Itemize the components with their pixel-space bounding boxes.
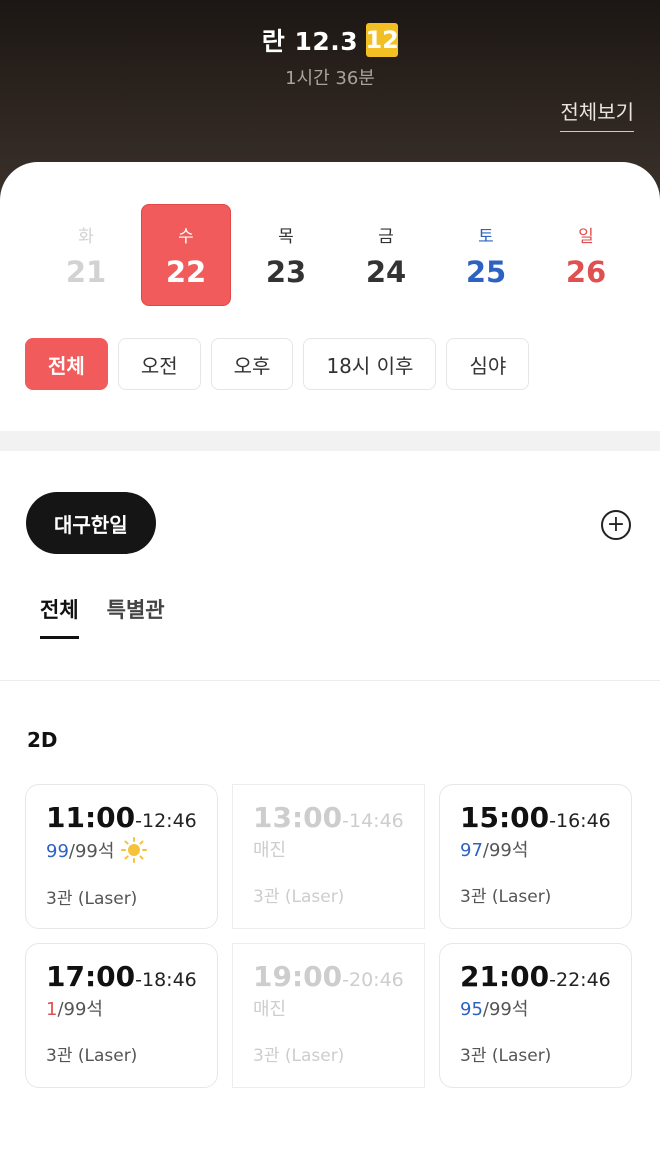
showtime-card-soldout: 19:00-20:46 매진 3관 (Laser) xyxy=(232,943,425,1088)
date-day: 23 xyxy=(265,254,307,289)
showtime-end: -14:46 xyxy=(342,810,404,832)
tab-all[interactable]: 전체 xyxy=(40,594,79,639)
showtime-start: 21:00 xyxy=(460,960,550,993)
filter-after-18[interactable]: 18시 이후 xyxy=(303,338,437,390)
date-item[interactable]: 목 23 xyxy=(241,204,331,306)
showtime-card[interactable]: 17:00-18:46 1/99석 3관 (Laser) xyxy=(25,943,218,1088)
date-weekday: 화 xyxy=(78,226,94,247)
date-item[interactable]: 일 26 xyxy=(541,204,631,306)
title-row: 란 12.3 12 xyxy=(0,22,660,58)
hall-label: 3관 (Laser) xyxy=(253,1046,345,1066)
runtime: 1시간 36분 xyxy=(285,68,375,89)
date-day: 22 xyxy=(165,254,207,289)
date-day: 26 xyxy=(565,254,607,289)
hall-label: 3관 (Laser) xyxy=(46,1046,138,1066)
showtime-card[interactable]: 11:00-12:46 99/99석 3관 (Laser) xyxy=(25,784,218,929)
seat-count: 1/99석 xyxy=(46,995,217,1021)
date-day: 24 xyxy=(365,254,407,289)
soldout-label: 매진 xyxy=(253,840,287,861)
filter-afternoon[interactable]: 오후 xyxy=(210,338,294,390)
date-weekday: 토 xyxy=(478,226,494,247)
seat-count: 99/99석 xyxy=(46,836,217,864)
date-weekday: 목 xyxy=(278,226,294,247)
section-divider xyxy=(0,431,660,451)
soldout-label: 매진 xyxy=(253,999,287,1020)
schedule-sheet: 화 21 수 22 목 23 금 24 토 25 일 26 전체 오전 오후 1… xyxy=(0,162,660,1151)
hall-label: 3관 (Laser) xyxy=(253,887,345,907)
hall-label: 3관 (Laser) xyxy=(46,889,138,909)
date-item[interactable]: 화 21 xyxy=(41,204,131,306)
showtime-grid: 11:00-12:46 99/99석 3관 (Laser) 13:00-14:4… xyxy=(25,784,632,1088)
seat-count: 95/99석 xyxy=(460,995,631,1021)
hall-label: 3관 (Laser) xyxy=(460,887,552,907)
showtime-start: 15:00 xyxy=(460,801,550,834)
view-all-link[interactable]: 전체보기 xyxy=(560,96,634,132)
seat-count: 97/99석 xyxy=(460,836,631,862)
filter-morning[interactable]: 오전 xyxy=(117,338,201,390)
seats-total: /99석 xyxy=(68,841,115,862)
showtime-end: -18:46 xyxy=(135,969,197,991)
showtime-end: -12:46 xyxy=(135,810,197,832)
seats-available: 97 xyxy=(460,840,483,861)
theater-button[interactable]: 대구한일 xyxy=(26,492,156,554)
showtime-start: 13:00 xyxy=(253,801,343,834)
seats-available: 95 xyxy=(460,999,483,1020)
date-day: 21 xyxy=(65,254,107,289)
seats-total: /99석 xyxy=(482,999,529,1020)
showtime-end: -16:46 xyxy=(549,810,611,832)
showtime-card-soldout: 13:00-14:46 매진 3관 (Laser) xyxy=(232,784,425,929)
date-item-selected[interactable]: 수 22 xyxy=(141,204,231,306)
date-item[interactable]: 금 24 xyxy=(341,204,431,306)
showtime-start: 17:00 xyxy=(46,960,136,993)
showtime-start: 19:00 xyxy=(253,960,343,993)
date-weekday: 금 xyxy=(378,226,394,247)
hall-tabs: 전체 특별관 xyxy=(40,594,165,639)
showtime-start: 11:00 xyxy=(46,801,136,834)
movie-title: 란 12.3 xyxy=(261,27,359,56)
tabs-divider xyxy=(0,680,660,681)
hall-label: 3관 (Laser) xyxy=(460,1046,552,1066)
seats-total: /99석 xyxy=(482,840,529,861)
format-heading: 2D xyxy=(27,728,58,752)
showtime-end: -22:46 xyxy=(549,969,611,991)
showtime-card[interactable]: 21:00-22:46 95/99석 3관 (Laser) xyxy=(439,943,632,1088)
showtime-end: -20:46 xyxy=(342,969,404,991)
date-item[interactable]: 토 25 xyxy=(441,204,531,306)
age-rating-badge: 12 xyxy=(365,23,399,57)
showtime-card[interactable]: 15:00-16:46 97/99석 3관 (Laser) xyxy=(439,784,632,929)
date-weekday: 수 xyxy=(178,226,194,247)
filter-late-night[interactable]: 심야 xyxy=(446,338,530,390)
sun-icon xyxy=(121,837,148,863)
date-day: 25 xyxy=(465,254,507,289)
date-weekday: 일 xyxy=(578,226,594,247)
filter-all[interactable]: 전체 xyxy=(25,338,108,390)
seats-available: 1 xyxy=(46,999,58,1020)
date-selector: 화 21 수 22 목 23 금 24 토 25 일 26 xyxy=(41,204,631,306)
seats-total: /99석 xyxy=(57,999,103,1020)
time-filter-chips: 전체 오전 오후 18시 이후 심야 xyxy=(25,338,530,390)
seats-available: 99 xyxy=(46,841,69,862)
tab-special-hall[interactable]: 특별관 xyxy=(107,594,165,639)
plus-circle-icon[interactable]: + xyxy=(601,510,631,540)
